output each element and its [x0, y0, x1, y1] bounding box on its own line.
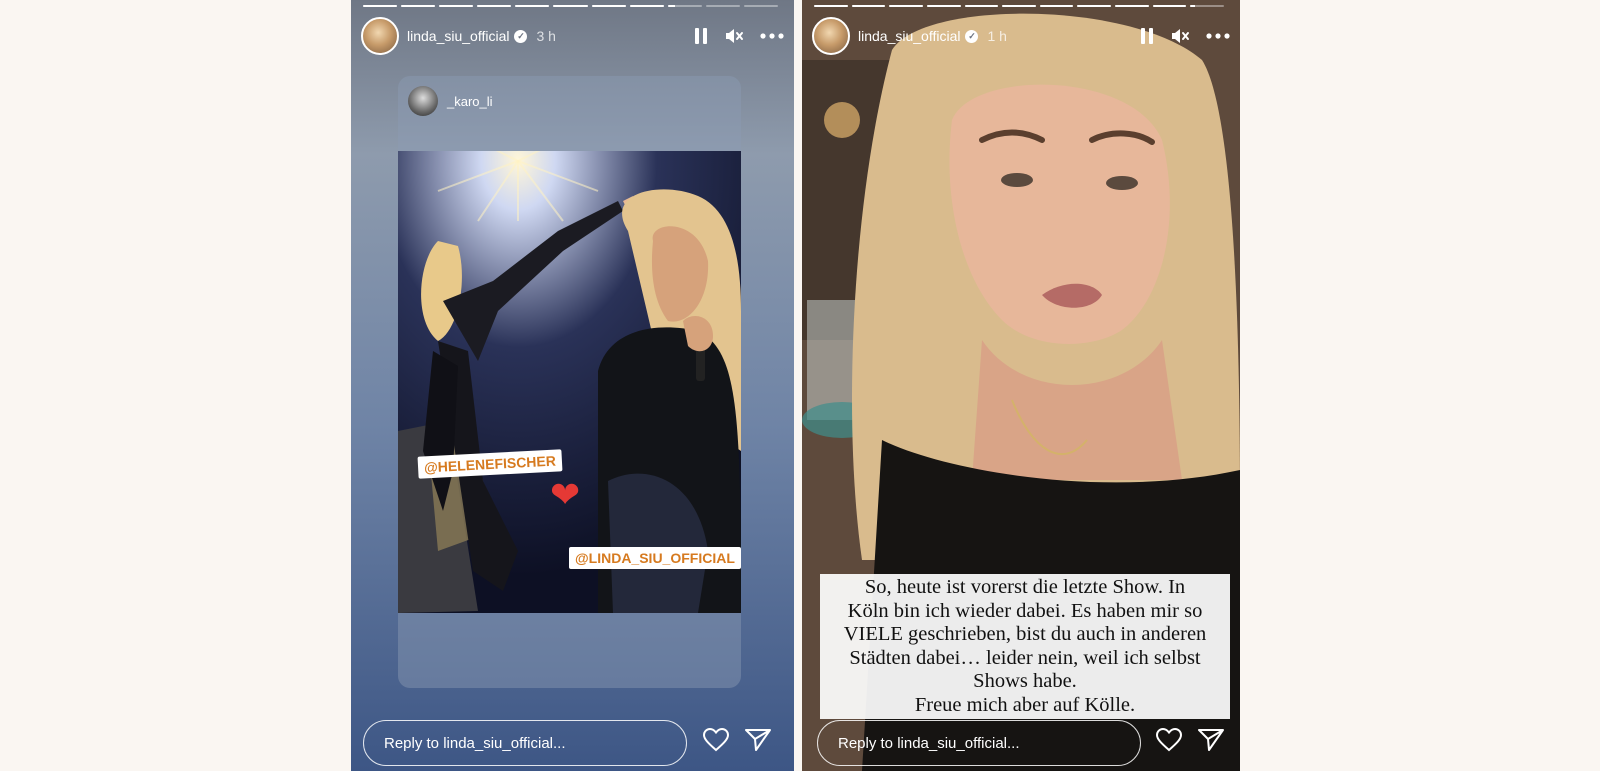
reply-input[interactable]: Reply to linda_siu_official... — [817, 720, 1141, 766]
reply-placeholder: Reply to linda_siu_official... — [384, 734, 566, 752]
heart-sticker: ❤ — [550, 474, 581, 515]
more-horizontal-icon[interactable] — [1206, 33, 1230, 39]
progress-segment — [629, 5, 664, 7]
story-progress-bar — [814, 5, 1225, 7]
caption-line: Städten dabei… leider nein, weil ich sel… — [849, 646, 1201, 669]
progress-segment — [964, 5, 999, 7]
story-username[interactable]: linda_siu_official — [858, 28, 960, 44]
progress-segment — [743, 5, 779, 7]
progress-segment — [553, 5, 588, 7]
progress-segment — [1039, 5, 1074, 7]
pause-icon[interactable] — [694, 27, 708, 45]
caption-line: Freue mich aber auf Kölle. — [914, 693, 1136, 716]
progress-segment-active — [667, 5, 702, 7]
shared-post-avatar[interactable] — [408, 86, 438, 116]
caption-line: Shows habe. — [973, 670, 1077, 692]
progress-segment — [814, 5, 848, 7]
progress-segment — [1152, 5, 1187, 7]
reply-input[interactable]: Reply to linda_siu_official... — [363, 720, 687, 766]
verified-badge-icon: ✓ — [965, 29, 979, 43]
verified-badge-icon: ✓ — [514, 29, 528, 43]
pause-icon[interactable] — [1140, 27, 1154, 45]
story-header: linda_siu_official ✓ 3 h — [361, 17, 784, 55]
progress-segment — [705, 5, 740, 7]
story-caption: So, heute ist vorerst die letzte Show. I… — [820, 574, 1230, 719]
muted-speaker-icon[interactable] — [1170, 27, 1190, 45]
more-horizontal-icon[interactable] — [760, 33, 784, 39]
story-viewer-left[interactable]: linda_siu_official ✓ 3 h _karo_li @HELEN… — [351, 0, 794, 771]
story-timestamp: 1 h — [987, 28, 1007, 44]
concert-photo: @HELENEFISCHER ❤ @LINDA_SIU_OFFICIAL — [398, 130, 741, 613]
caption-line: VIELE geschrieben, bist du auch in ander… — [843, 623, 1207, 645]
reply-placeholder: Reply to linda_siu_official... — [838, 734, 1020, 752]
heart-outline-icon[interactable] — [702, 727, 730, 757]
progress-segment — [1077, 5, 1112, 7]
story-viewer-right[interactable]: linda_siu_official ✓ 1 h So, heute ist v… — [802, 0, 1240, 771]
progress-segment — [1002, 5, 1036, 7]
progress-segment — [926, 5, 961, 7]
paper-plane-icon[interactable] — [1198, 728, 1224, 757]
heart-outline-icon[interactable] — [1155, 727, 1183, 757]
shared-post-card[interactable]: _karo_li @HELENEFISCHER ❤ @LINDA_SIU_OFF… — [398, 76, 741, 688]
avatar[interactable] — [361, 17, 399, 55]
progress-segment — [515, 5, 550, 7]
progress-segment — [439, 5, 474, 7]
caption-line: Köln bin ich wieder dabei. Es haben mir … — [847, 599, 1203, 622]
progress-segment — [851, 5, 886, 7]
progress-segment — [591, 5, 626, 7]
mention-sticker-linda[interactable]: @LINDA_SIU_OFFICIAL — [569, 547, 741, 569]
story-username[interactable]: linda_siu_official — [407, 28, 509, 44]
progress-segment — [477, 5, 512, 7]
paper-plane-icon[interactable] — [745, 728, 771, 757]
caption-line: So, heute ist vorerst die letzte Show. I… — [864, 576, 1186, 598]
avatar[interactable] — [812, 17, 850, 55]
story-progress-bar — [363, 5, 779, 7]
progress-segment — [889, 5, 923, 7]
progress-segment — [401, 5, 436, 7]
story-timestamp: 3 h — [536, 28, 556, 44]
story-header: linda_siu_official ✓ 1 h — [812, 17, 1230, 55]
progress-segment — [363, 5, 398, 7]
progress-segment — [1115, 5, 1149, 7]
shared-post-username[interactable]: _karo_li — [447, 94, 493, 109]
muted-speaker-icon[interactable] — [724, 27, 744, 45]
progress-segment-active — [1190, 5, 1225, 7]
